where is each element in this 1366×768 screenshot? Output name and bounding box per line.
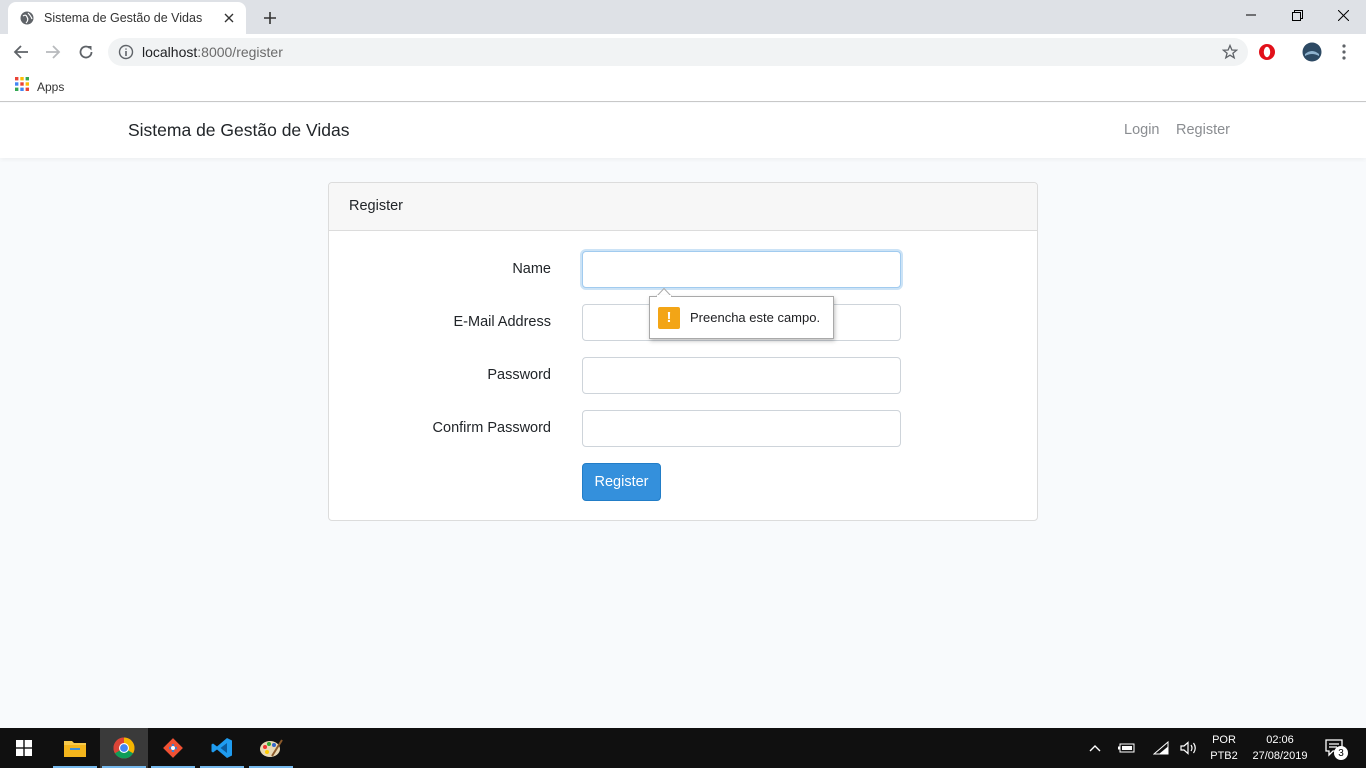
validation-tooltip: ! Preencha este campo. (649, 296, 834, 339)
paint-icon[interactable] (247, 728, 295, 768)
menu-kebab-icon[interactable] (1333, 41, 1355, 63)
battery-icon[interactable] (1116, 728, 1138, 768)
bookmark-star-icon[interactable] (1222, 44, 1238, 60)
vscode-icon[interactable] (198, 728, 246, 768)
password-input[interactable] (582, 357, 901, 394)
app-navbar: Sistema de Gestão de Vidas Login Registe… (0, 103, 1366, 158)
file-explorer-icon[interactable] (51, 728, 99, 768)
notification-badge: 3 (1334, 746, 1348, 760)
globe-icon (20, 11, 34, 25)
nav-link-register[interactable]: Register (1176, 122, 1230, 138)
clock-date: 27/08/2019 (1252, 750, 1308, 762)
url-text: localhost:8000/register (142, 44, 283, 60)
reload-icon[interactable] (73, 39, 99, 65)
site-info-icon[interactable] (118, 44, 134, 60)
profile-avatar-icon[interactable] (1301, 41, 1323, 63)
validation-message: Preencha este campo. (690, 310, 821, 325)
name-label: Name (512, 261, 551, 277)
volume-icon[interactable] (1178, 728, 1200, 768)
browser-tab-strip: Sistema de Gestão de Vidas (0, 0, 1366, 34)
browser-tab[interactable]: Sistema de Gestão de Vidas (8, 2, 246, 34)
forward-icon[interactable] (40, 39, 66, 65)
register-card: Register Name E-Mail Address Password Co… (328, 182, 1038, 521)
browser-toolbar: localhost:8000/register (0, 34, 1366, 70)
language-line2: PTB2 (1210, 750, 1238, 762)
close-tab-icon[interactable] (222, 11, 236, 25)
wifi-icon[interactable] (1150, 728, 1172, 768)
bookmarks-bar: Apps (0, 70, 1366, 102)
windows-start-icon[interactable] (0, 728, 48, 768)
apps-label: Apps (37, 79, 65, 94)
apps-bookmark[interactable]: Apps (15, 77, 64, 96)
card-header: Register (329, 183, 1037, 231)
opera-extension-icon[interactable] (1256, 41, 1278, 63)
confirm-password-input[interactable] (582, 410, 901, 447)
nav-link-login[interactable]: Login (1124, 122, 1159, 138)
apps-grid-icon (15, 77, 29, 96)
language-indicator[interactable]: POR PTB2 (1204, 728, 1244, 768)
tab-title: Sistema de Gestão de Vidas (44, 11, 203, 25)
tooltip-arrow-mask (657, 295, 671, 298)
minimize-button[interactable] (1228, 0, 1274, 30)
windows-taskbar: POR PTB2 02:06 27/08/2019 3 (0, 728, 1366, 768)
email-label: E-Mail Address (453, 314, 551, 330)
clock-time: 02:06 (1266, 734, 1294, 746)
clock[interactable]: 02:06 27/08/2019 (1246, 728, 1314, 768)
restore-button[interactable] (1274, 0, 1320, 30)
language-line1: POR (1212, 734, 1236, 746)
notifications-icon[interactable]: 3 (1318, 728, 1352, 768)
name-input[interactable] (582, 251, 901, 288)
url-path: :8000/register (197, 44, 283, 60)
new-tab-button[interactable] (259, 7, 281, 29)
close-window-button[interactable] (1320, 0, 1366, 30)
git-icon[interactable] (149, 728, 197, 768)
warning-icon: ! (658, 306, 680, 329)
navbar-brand[interactable]: Sistema de Gestão de Vidas (128, 120, 349, 141)
url-host: localhost (142, 44, 198, 60)
confirm-password-label: Confirm Password (432, 420, 551, 436)
back-icon[interactable] (8, 39, 34, 65)
password-label: Password (487, 367, 551, 383)
chrome-icon[interactable] (100, 728, 148, 768)
address-bar[interactable]: localhost:8000/register (108, 38, 1248, 66)
chevron-up-icon[interactable] (1084, 728, 1106, 768)
register-button[interactable]: Register (582, 463, 661, 501)
